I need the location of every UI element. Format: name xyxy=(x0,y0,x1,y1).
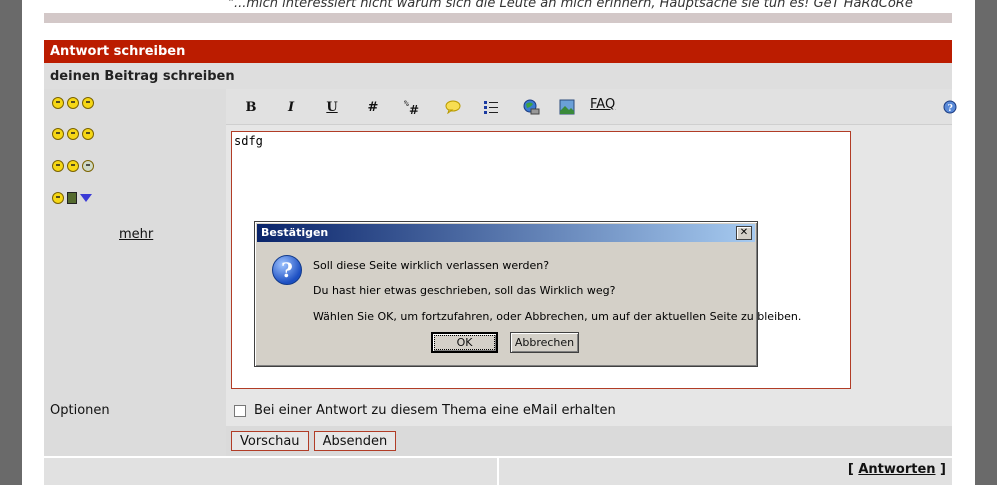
separator-bar xyxy=(44,13,952,23)
signature-quote: "...mich interessiert nicht warum sich d… xyxy=(228,0,913,11)
dialog-message-3: Wählen Sie OK, um fortzufahren, oder Abb… xyxy=(313,310,802,323)
notify-checkbox[interactable] xyxy=(234,404,246,417)
cancel-button[interactable]: Abbrechen xyxy=(510,332,579,353)
globe-icon xyxy=(523,99,540,115)
cool-icon[interactable] xyxy=(67,160,79,172)
smiley-row xyxy=(52,192,92,204)
bracket-close: ] xyxy=(940,462,946,477)
sick-icon[interactable] xyxy=(82,160,94,172)
dialog-title-text: Bestätigen xyxy=(261,226,329,239)
bracket-open: [ xyxy=(847,462,854,477)
confused-icon[interactable] xyxy=(82,128,94,140)
dialog-title: Bestätigen ✕ xyxy=(257,224,755,242)
dialog-message-1: Soll diese Seite wirklich verlassen werd… xyxy=(313,259,550,272)
grin-icon[interactable] xyxy=(67,97,79,109)
svg-text:?: ? xyxy=(948,104,953,114)
smiley-row xyxy=(52,128,94,140)
smile-icon[interactable] xyxy=(52,97,64,109)
buttons-spacer xyxy=(44,426,226,456)
code-icon: % # xyxy=(404,99,419,116)
form-buttons: Vorschau Absenden xyxy=(226,426,952,456)
help-icon: ? xyxy=(943,100,957,114)
faq-link[interactable]: FAQ xyxy=(590,97,615,112)
svg-text:#: # xyxy=(409,103,419,116)
help-button[interactable]: ? xyxy=(939,97,961,117)
smilies-panel: mehr xyxy=(44,89,226,395)
dialog-message-2: Du hast hier etwas geschrieben, soll das… xyxy=(313,284,616,297)
question-icon: ? xyxy=(272,255,302,285)
list-button[interactable] xyxy=(480,97,502,117)
smiley-row xyxy=(52,97,94,109)
close-icon[interactable]: ✕ xyxy=(736,226,752,240)
submit-button[interactable]: Absenden xyxy=(313,431,397,451)
smiley-row xyxy=(52,160,94,172)
image-button[interactable] xyxy=(556,97,578,117)
footer-right: [ Antworten ] xyxy=(499,458,952,485)
options-row: Bei einer Antwort zu diesem Thema eine e… xyxy=(226,395,952,426)
speech-bubble-icon xyxy=(445,100,461,114)
link-button[interactable] xyxy=(520,97,542,117)
cocktail-icon[interactable] xyxy=(80,194,92,202)
image-icon xyxy=(559,99,575,115)
beer-icon[interactable] xyxy=(67,192,77,204)
italic-button[interactable]: I xyxy=(280,97,302,117)
section-subtitle: deinen Beitrag schreiben xyxy=(44,63,952,89)
angry-icon[interactable] xyxy=(52,192,64,204)
notify-label: Bei einer Antwort zu diesem Thema eine e… xyxy=(254,403,616,418)
list-icon xyxy=(484,101,498,114)
confirm-dialog: Bestätigen ✕ ? Soll diese Seite wirklich… xyxy=(254,221,801,367)
ok-button[interactable]: OK xyxy=(431,332,498,353)
code-button[interactable]: % # xyxy=(401,97,423,117)
hash-button[interactable]: # xyxy=(362,97,384,117)
footer-left xyxy=(44,458,498,485)
format-toolbar: B I U # % # FAQ ? xyxy=(226,89,957,125)
page-title: Antwort schreiben xyxy=(44,40,952,63)
wink-icon[interactable] xyxy=(67,128,79,140)
more-smilies-link[interactable]: mehr xyxy=(119,227,153,242)
bold-button[interactable]: B xyxy=(240,97,262,117)
underline-button[interactable]: U xyxy=(321,97,343,117)
options-label: Optionen xyxy=(44,395,226,426)
happy-icon[interactable] xyxy=(52,160,64,172)
surprised-icon[interactable] xyxy=(52,128,64,140)
preview-button[interactable]: Vorschau xyxy=(231,431,309,451)
sad-icon[interactable] xyxy=(82,97,94,109)
reply-link[interactable]: Antworten xyxy=(858,462,935,477)
quote-button[interactable] xyxy=(442,97,464,117)
